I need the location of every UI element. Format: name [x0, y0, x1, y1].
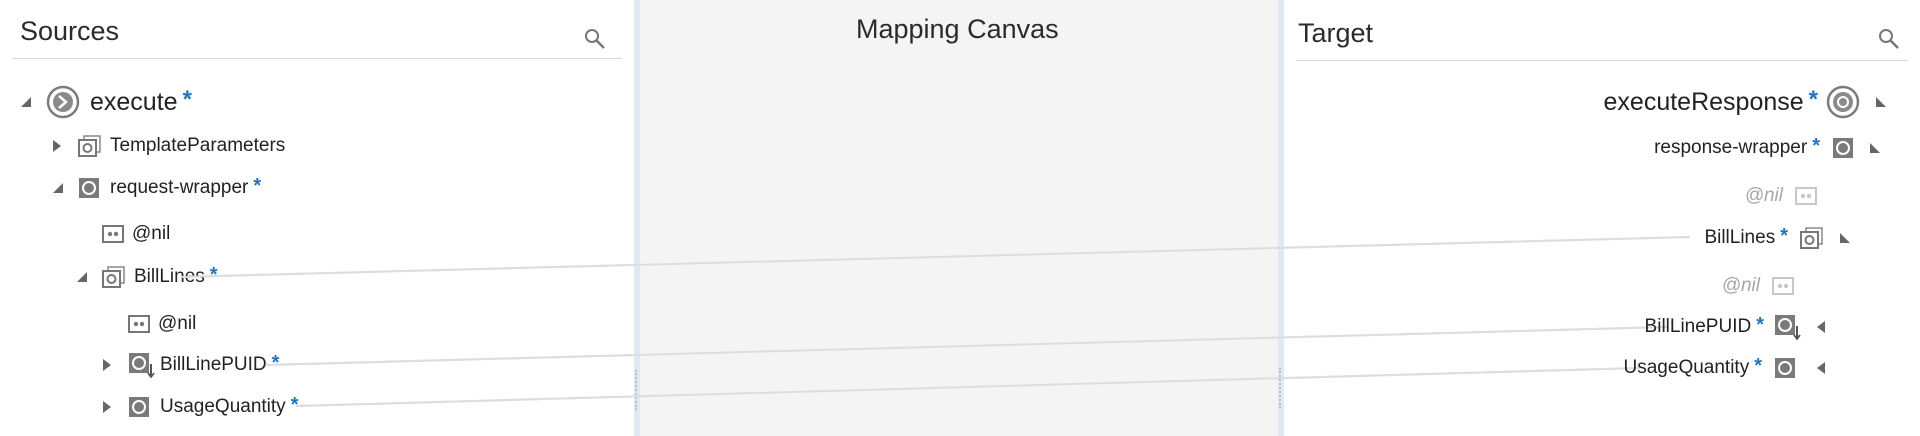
required-marker: *: [1754, 354, 1762, 377]
collapse-triangle-icon[interactable]: [1868, 141, 1882, 155]
target-title: Target: [1298, 18, 1374, 48]
node-label: response-wrapper: [1654, 137, 1808, 158]
attribute-icon: [1772, 277, 1794, 295]
target-node-billlines[interactable]: BillLines *: [1704, 222, 1852, 254]
expand-triangle-icon[interactable]: [1814, 361, 1828, 375]
required-marker: *: [1812, 134, 1820, 157]
element-mapped-icon: [1774, 314, 1802, 340]
node-label: BillLines: [1704, 227, 1776, 248]
node-label: @nil: [1744, 185, 1783, 206]
target-node-billlinepuid[interactable]: BillLinePUID *: [1645, 311, 1828, 343]
node-label: UsageQuantity: [1623, 357, 1750, 378]
target-node-response-wrapper[interactable]: response-wrapper *: [1654, 132, 1882, 164]
element-icon: [1832, 137, 1854, 159]
expand-triangle-icon[interactable]: [1814, 320, 1828, 334]
target-node-nil[interactable]: @nil: [1722, 270, 1794, 302]
required-marker: *: [1808, 86, 1818, 113]
target-node-executeresponse[interactable]: executeResponse *: [1604, 82, 1888, 122]
element-icon: [1774, 357, 1796, 379]
repeating-element-icon: [1800, 227, 1824, 249]
target-node-nil[interactable]: @nil: [1745, 180, 1817, 212]
attribute-icon: [1795, 187, 1817, 205]
node-label: BillLinePUID: [1644, 316, 1752, 337]
collapse-triangle-icon[interactable]: [1874, 95, 1888, 109]
required-marker: *: [1780, 224, 1788, 247]
target-divider: [1296, 60, 1908, 61]
search-icon[interactable]: [1878, 28, 1900, 50]
collapse-triangle-icon[interactable]: [1838, 231, 1852, 245]
required-marker: *: [1756, 313, 1764, 336]
node-label: executeResponse: [1603, 87, 1804, 116]
target-root-icon: [1826, 85, 1860, 119]
node-label: @nil: [1721, 275, 1760, 296]
target-node-usagequantity[interactable]: UsageQuantity *: [1624, 352, 1828, 384]
